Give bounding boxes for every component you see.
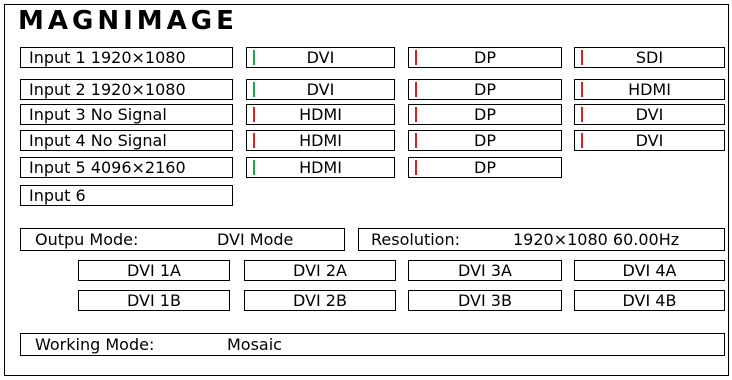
signal-none-indicator: [581, 82, 583, 97]
signal-label: HDMI: [299, 158, 342, 177]
input-4-signal-dvi: DVI: [574, 130, 725, 151]
resolution-label: Resolution:: [371, 230, 460, 249]
signal-none-indicator: [415, 82, 417, 97]
input-1-signal-dvi: DVI: [246, 47, 395, 68]
input-4-signal-dp: DP: [408, 130, 562, 151]
signal-label: HDMI: [628, 80, 671, 99]
input-3-signal-hdmi: HDMI: [246, 104, 395, 125]
signal-label: HDMI: [299, 105, 342, 124]
output-mode-field[interactable]: Outpu Mode: DVI Mode: [20, 228, 345, 251]
signal-none-indicator: [253, 133, 255, 148]
signal-label: HDMI: [299, 131, 342, 150]
input-5-label[interactable]: Input 5 4096×2160: [20, 157, 233, 178]
input-4-label[interactable]: Input 4 No Signal: [20, 130, 233, 151]
signal-label: DP: [474, 131, 496, 150]
input-2-signal-dp: DP: [408, 79, 562, 100]
brand-logo: MAGNIMAGE: [18, 6, 238, 36]
dvi-4b-button[interactable]: DVI 4B: [574, 290, 725, 311]
signal-label: DP: [474, 80, 496, 99]
signal-label: DP: [474, 48, 496, 67]
input-2-label[interactable]: Input 2 1920×1080: [20, 79, 233, 100]
signal-label: SDI: [635, 48, 664, 67]
input-6-label[interactable]: Input 6: [20, 185, 233, 206]
input-2-signal-hdmi: HDMI: [574, 79, 725, 100]
working-mode-field[interactable]: Working Mode: Mosaic: [20, 333, 725, 356]
dvi-4a-button[interactable]: DVI 4A: [574, 260, 725, 281]
dvi-1a-button[interactable]: DVI 1A: [78, 260, 230, 281]
signal-none-indicator: [415, 50, 417, 65]
dvi-2a-button[interactable]: DVI 2A: [244, 260, 396, 281]
signal-none-indicator: [415, 107, 417, 122]
signal-ok-indicator: [253, 82, 255, 97]
signal-none-indicator: [415, 133, 417, 148]
input-5-signal-dp: DP: [408, 157, 562, 178]
signal-ok-indicator: [253, 160, 255, 175]
signal-none-indicator: [581, 50, 583, 65]
dvi-3a-button[interactable]: DVI 3A: [408, 260, 562, 281]
dvi-1b-button[interactable]: DVI 1B: [78, 290, 230, 311]
signal-none-indicator: [581, 133, 583, 148]
input-3-label[interactable]: Input 3 No Signal: [20, 104, 233, 125]
signal-none-indicator: [581, 107, 583, 122]
signal-none-indicator: [253, 107, 255, 122]
input-3-signal-dvi: DVI: [574, 104, 725, 125]
signal-label: DVI: [635, 131, 664, 150]
resolution-field[interactable]: Resolution: 1920×1080 60.00Hz: [358, 228, 725, 251]
input-2-signal-dvi: DVI: [246, 79, 395, 100]
input-4-signal-hdmi: HDMI: [246, 130, 395, 151]
input-1-label[interactable]: Input 1 1920×1080: [20, 47, 233, 68]
working-mode-value: Mosaic: [227, 335, 282, 354]
signal-none-indicator: [415, 160, 417, 175]
input-1-signal-dp: DP: [408, 47, 562, 68]
input-1-signal-sdi: SDI: [574, 47, 725, 68]
input-3-signal-dp: DP: [408, 104, 562, 125]
dvi-2b-button[interactable]: DVI 2B: [244, 290, 396, 311]
resolution-value: 1920×1080 60.00Hz: [513, 230, 680, 249]
working-mode-label: Working Mode:: [35, 335, 155, 354]
output-mode-value: DVI Mode: [217, 230, 294, 249]
signal-label: DP: [474, 158, 496, 177]
signal-label: DVI: [306, 80, 335, 99]
signal-label: DP: [474, 105, 496, 124]
signal-label: DVI: [306, 48, 335, 67]
signal-label: DVI: [635, 105, 664, 124]
signal-ok-indicator: [253, 50, 255, 65]
input-5-signal-hdmi: HDMI: [246, 157, 395, 178]
output-mode-label: Outpu Mode:: [35, 230, 139, 249]
dvi-3b-button[interactable]: DVI 3B: [408, 290, 562, 311]
